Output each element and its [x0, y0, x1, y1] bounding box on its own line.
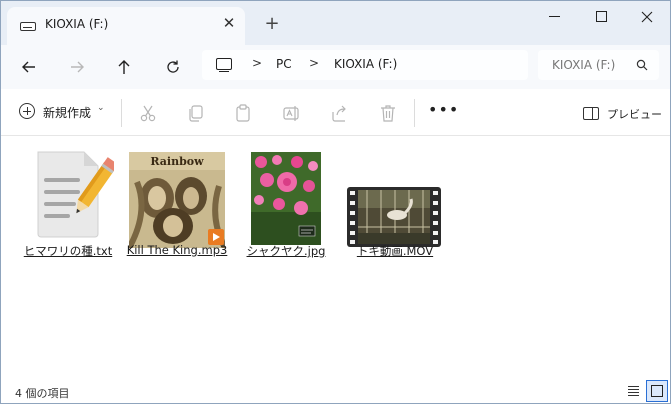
address-bar[interactable]: > PC > KIOXIA (F:) — [202, 50, 528, 80]
tab-close-button[interactable]: ✕ — [219, 13, 239, 33]
refresh-icon — [167, 60, 179, 73]
title-bar: KIOXIA (F:) ✕ + — [1, 1, 670, 45]
file-item-audio[interactable]: Rainbow Kill The King.mp3 — [125, 144, 229, 264]
arrow-left-icon — [22, 61, 35, 73]
file-list: ヒマワリの種.txt Rainbow Kill The King.mp3 シャク… — [1, 136, 670, 374]
preview-pane-icon — [583, 107, 599, 120]
more-options-button[interactable]: ••• — [428, 102, 458, 123]
arrow-right-icon — [71, 61, 84, 73]
close-button[interactable] — [624, 1, 670, 33]
album-title: Rainbow — [150, 155, 204, 168]
back-button[interactable] — [15, 53, 43, 81]
toolbar-divider — [121, 99, 122, 127]
command-bar: 新規作成 ⌄ ••• プレビュー — [1, 89, 670, 136]
new-tab-button[interactable]: + — [261, 13, 283, 35]
copy-icon — [189, 105, 203, 122]
maximize-button[interactable] — [578, 1, 624, 33]
large-icons-view-button[interactable] — [646, 380, 668, 402]
file-item-image[interactable]: シャクヤク.jpg — [234, 144, 338, 264]
rename-button[interactable] — [282, 103, 302, 123]
tab-kioxia[interactable]: KIOXIA (F:) ✕ — [7, 7, 245, 45]
paste-icon — [236, 104, 250, 122]
search-icon — [636, 59, 648, 71]
close-icon — [641, 11, 653, 23]
search-input[interactable]: KIOXIA (F:) — [552, 58, 627, 72]
breadcrumb-pc[interactable]: PC — [276, 57, 292, 71]
cut-button[interactable] — [138, 103, 158, 123]
notepad-icon — [37, 151, 114, 238]
rename-icon — [283, 106, 299, 121]
status-bar: 4 個の項目 — [1, 374, 670, 403]
chevron-down-icon: ⌄ — [97, 103, 105, 113]
item-count: 4 個の項目 — [15, 387, 70, 400]
arrow-up-icon — [118, 60, 130, 74]
toolbar-divider — [414, 99, 415, 127]
breadcrumb-drive[interactable]: KIOXIA (F:) — [334, 57, 397, 71]
file-name: シャクヤク.jpg — [246, 244, 326, 258]
share-icon — [332, 105, 346, 122]
file-item-text[interactable]: ヒマワリの種.txt — [16, 144, 120, 264]
trash-icon — [381, 105, 395, 122]
film-strip-thumbnail — [347, 187, 441, 247]
copy-button[interactable] — [186, 103, 206, 123]
new-button-label: 新規作成 — [43, 106, 92, 120]
preview-label: プレビュー — [607, 108, 662, 121]
delete-button[interactable] — [378, 103, 398, 123]
details-view-button[interactable] — [627, 385, 641, 397]
file-item-video[interactable]: トキ動画.MOV — [343, 144, 447, 264]
file-name: トキ動画.MOV — [356, 244, 434, 258]
up-button[interactable] — [110, 53, 138, 81]
minimize-button[interactable] — [532, 1, 578, 33]
plus-circle-icon — [19, 103, 35, 119]
paste-button[interactable] — [233, 103, 253, 123]
navigation-bar: > PC > KIOXIA (F:) KIOXIA (F:) — [1, 45, 670, 89]
search-box[interactable]: KIOXIA (F:) — [538, 50, 659, 80]
flower-photo-thumbnail — [251, 152, 321, 245]
file-name: ヒマワリの種.txt — [23, 244, 113, 258]
album-art-thumbnail: Rainbow — [129, 152, 225, 248]
drive-icon — [20, 22, 36, 31]
file-name: Kill The King.mp3 — [126, 243, 228, 257]
forward-button[interactable] — [63, 53, 91, 81]
file-explorer-window: KIOXIA (F:) ✕ + > PC > KIOXIA (F:) KIOXI… — [0, 0, 671, 404]
share-button[interactable] — [330, 103, 350, 123]
refresh-button[interactable] — [159, 53, 187, 81]
monitor-icon — [216, 58, 232, 73]
breadcrumb-separator: > — [252, 56, 263, 70]
tab-title: KIOXIA (F:) — [45, 17, 109, 31]
breadcrumb-separator: > — [309, 56, 320, 70]
cut-icon — [140, 105, 156, 122]
